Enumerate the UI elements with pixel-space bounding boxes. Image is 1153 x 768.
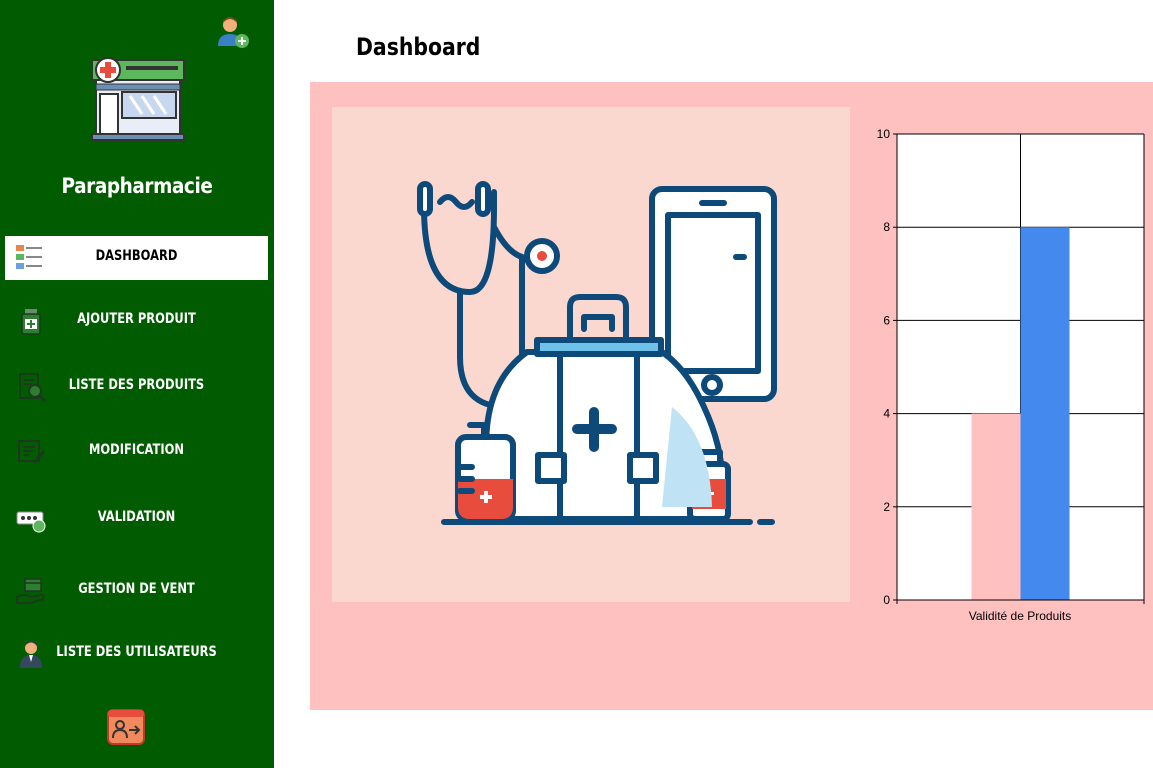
page-title: Dashboard <box>356 33 481 61</box>
sidebar-item-ajouter-produit[interactable]: AJOUTER PRODUIT <box>5 299 268 343</box>
validity-bar-chart: 0 2 4 6 8 10 Validité de Produits <box>877 127 1145 623</box>
bar-series-2 <box>1020 227 1070 600</box>
ytick-label: 8 <box>883 220 890 234</box>
sidebar-item-gestion-de-vent[interactable]: GESTION DE VENT <box>5 569 268 613</box>
logout-icon[interactable] <box>106 708 146 746</box>
bar-series-1 <box>971 413 1021 600</box>
ytick-label: 10 <box>877 127 891 141</box>
ytick-label: 2 <box>883 500 890 514</box>
sidebar: Parapharmacie DASHBOARD AJOUTER PRODUIT … <box>0 0 274 768</box>
sidebar-item-label: GESTION DE VENT <box>78 581 195 597</box>
sidebar-item-dashboard[interactable]: DASHBOARD <box>5 236 268 280</box>
x-axis-label: Validité de Produits <box>969 609 1072 623</box>
pharmacy-logo-icon <box>91 57 185 141</box>
sidebar-item-label: LISTE DES UTILISATEURS <box>56 644 217 660</box>
medical-kit-icon <box>417 181 777 525</box>
sidebar-item-label: DASHBOARD <box>95 248 178 264</box>
sidebar-item-modification[interactable]: MODIFICATION <box>5 430 268 474</box>
app-brand: Parapharmacie <box>61 174 213 198</box>
ytick-label: 6 <box>883 313 890 327</box>
sidebar-item-liste-des-produits[interactable]: LISTE DES PRODUITS <box>5 365 268 409</box>
medical-illustration <box>332 107 850 602</box>
sidebar-item-label: MODIFICATION <box>89 442 184 458</box>
sidebar-item-label: VALIDATION <box>97 509 176 525</box>
sidebar-item-liste-des-utilisateurs[interactable]: LISTE DES UTILISATEURS <box>5 632 268 676</box>
sidebar-item-label: AJOUTER PRODUIT <box>77 311 196 327</box>
ytick-label: 0 <box>883 593 890 607</box>
add-user-icon[interactable] <box>215 14 251 50</box>
ytick-label: 4 <box>883 407 890 421</box>
sidebar-item-label: LISTE DES PRODUITS <box>68 377 205 393</box>
chart-yticks: 0 2 4 6 8 10 <box>877 127 897 607</box>
sidebar-item-validation[interactable]: VALIDATION <box>5 497 268 541</box>
dashboard-panel: 0 2 4 6 8 10 Validité de Produits <box>310 82 1153 710</box>
